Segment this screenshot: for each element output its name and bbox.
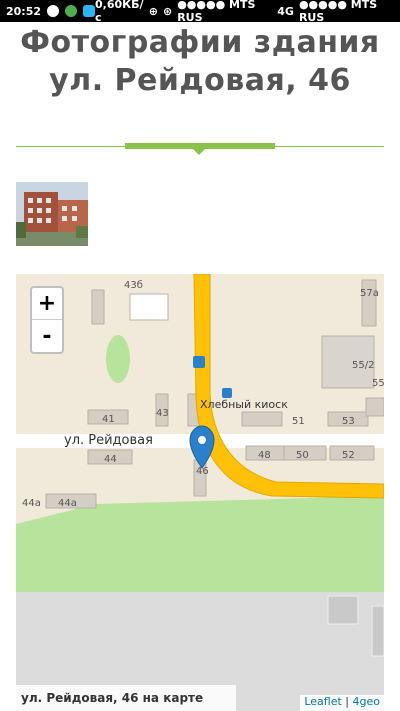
page-title: Фотографии здания ул. Рейдовая, 46	[0, 24, 400, 100]
map[interactable]: 43б 57а 55/2 55 41 43 51 53 44 48 50 52 …	[16, 274, 384, 711]
leaflet-link[interactable]: Leaflet	[304, 695, 341, 708]
bus-stop-icon	[222, 388, 232, 398]
kiosk-label: Хлебный киоск	[200, 398, 288, 411]
bus-stop-icon	[193, 356, 205, 368]
house-number: 41	[102, 414, 115, 425]
title-line-1: Фотографии здания	[20, 25, 380, 60]
street-label: ул. Рейдовая	[64, 433, 153, 448]
attribution-separator: |	[341, 695, 353, 708]
house-number: 55	[372, 378, 384, 389]
map-attribution: Leaflet | 4geo	[300, 695, 384, 711]
house-number: 43б	[124, 280, 143, 291]
4geo-link[interactable]: 4geo	[353, 695, 380, 708]
house-number: 43	[156, 408, 169, 419]
house-number: 48	[258, 450, 271, 461]
whatsapp-icon	[65, 5, 78, 17]
data-speed: 0,60КБ/с	[95, 0, 144, 24]
network-type: 4G	[277, 4, 294, 18]
house-number: 53	[342, 416, 355, 427]
shield-icon	[47, 5, 60, 17]
zoom-out-button[interactable]: -	[32, 320, 62, 352]
house-number: 44а	[22, 498, 41, 509]
house-number: 44а	[58, 498, 77, 509]
app-icon	[83, 5, 96, 17]
zoom-in-button[interactable]: +	[32, 288, 62, 320]
house-number: 44	[104, 454, 117, 465]
title-line-2: ул. Рейдовая, 46	[49, 63, 351, 98]
house-number: 55/2	[352, 360, 374, 371]
map-caption: ул. Рейдовая, 46 на карте	[16, 685, 236, 711]
divider-arrow	[193, 149, 205, 155]
house-number: 51	[292, 416, 305, 427]
carrier-2: ●●●●● MTS RUS	[298, 0, 378, 24]
status-bar: 20:52 0,60КБ/с ⊕ ⊛ ●●●●● MTS RUS 4G ●●●●…	[0, 0, 400, 24]
alarm-icon: ⊕	[148, 4, 158, 18]
house-number: 50	[296, 450, 309, 461]
building-photo-thumbnail[interactable]	[16, 182, 88, 246]
lock-icon: ⊛	[162, 4, 173, 18]
house-number: 52	[342, 450, 355, 461]
zoom-control: + -	[30, 286, 64, 354]
carrier-1: ●●●●● MTS RUS	[177, 0, 256, 24]
clock: 20:52	[6, 4, 42, 18]
house-number: 57а	[360, 288, 379, 299]
